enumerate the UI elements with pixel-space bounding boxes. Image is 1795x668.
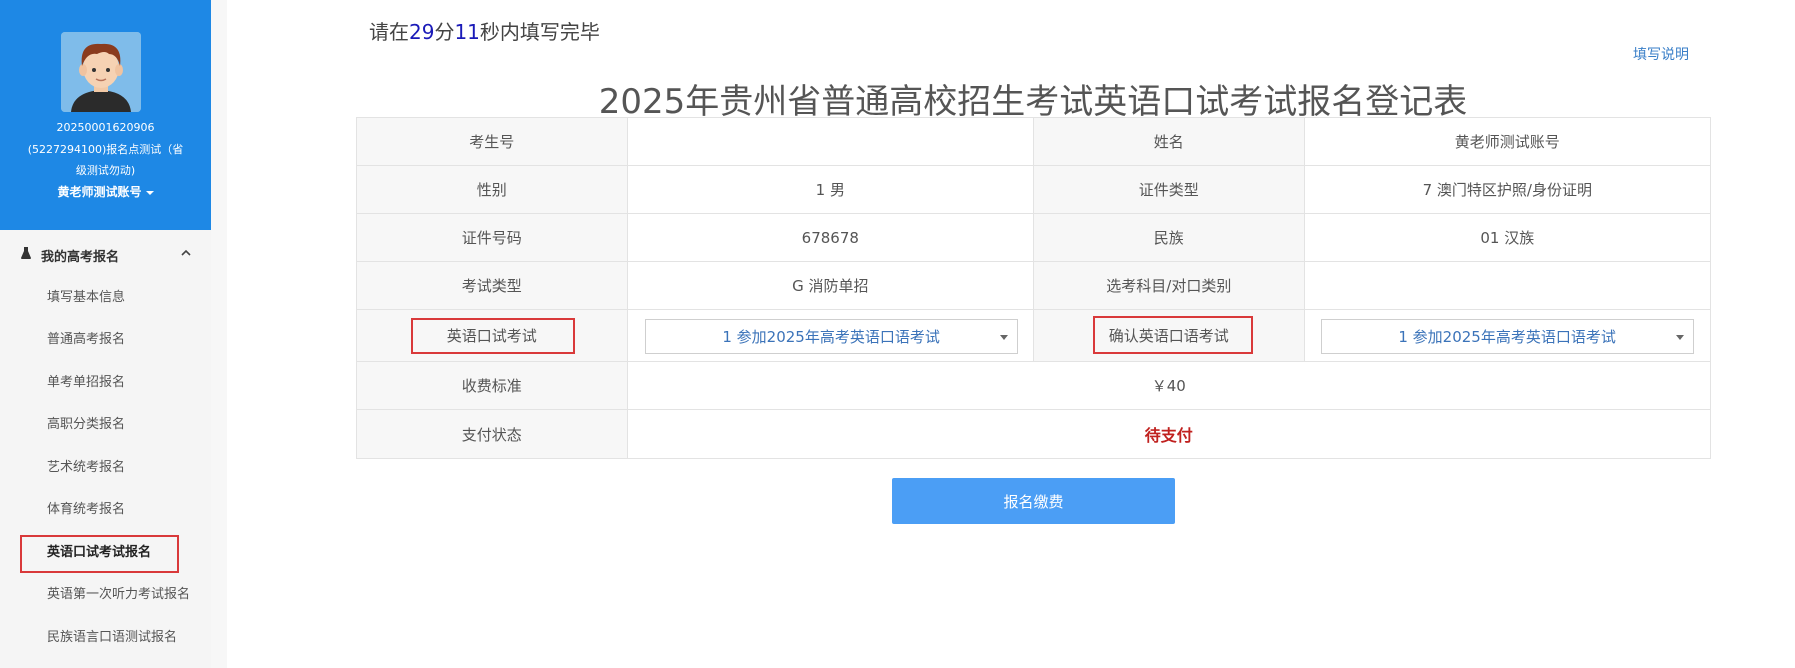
countdown-timer: 请在29分11秒内填写完毕 bbox=[369, 16, 600, 45]
register-pay-button[interactable]: 报名缴费 bbox=[892, 478, 1175, 524]
value-name: 黄老师测试账号 bbox=[1454, 133, 1560, 151]
value-id-no: 678678 bbox=[628, 214, 1034, 261]
help-link[interactable]: 填写说明 bbox=[1633, 44, 1689, 64]
table-row: 考试类型 G 消防单招 选考科目/对口类别 bbox=[357, 262, 1710, 310]
value-exam-type: G 消防单招 bbox=[628, 262, 1034, 309]
value-exam-no bbox=[628, 118, 1034, 165]
sidebar-item-art-exam[interactable]: 艺术统考报名 bbox=[47, 458, 125, 478]
profile-panel: 20250001620906 (5227294100)报名点测试（省 级测试勿动… bbox=[0, 0, 211, 230]
sidebar-item-vocational[interactable]: 高职分类报名 bbox=[47, 415, 125, 435]
timer-seconds: 11 bbox=[454, 20, 480, 44]
select-cell-confirm-oral: 1 参加2025年高考英语口语考试 bbox=[1305, 310, 1710, 361]
payment-status-cell: 待支付 bbox=[628, 410, 1710, 458]
label-name: 姓名 bbox=[1034, 118, 1305, 165]
timer-prefix: 请在 bbox=[369, 20, 409, 44]
timer-suffix: 秒内填写完毕 bbox=[479, 20, 600, 44]
table-row: 性别 1 男 证件类型 7 澳门特区护照/身份证明 bbox=[357, 166, 1710, 214]
sidebar-item-sports-exam[interactable]: 体育统考报名 bbox=[47, 500, 125, 520]
sidebar-item-english-oral[interactable]: 英语口试考试报名 bbox=[47, 543, 151, 563]
sidebar-item-single-exam[interactable]: 单考单招报名 bbox=[47, 373, 125, 393]
value-gender: 1 男 bbox=[628, 166, 1034, 213]
candidate-id: 20250001620906 bbox=[56, 121, 155, 134]
label-fee: 收费标准 bbox=[357, 362, 628, 409]
label-payment-status: 支付状态 bbox=[357, 410, 628, 458]
label-id-type: 证件类型 bbox=[1034, 166, 1305, 213]
user-menu[interactable]: 黄老师测试账号 bbox=[0, 182, 211, 203]
sidebar-gutter bbox=[211, 0, 227, 668]
label-exam-no: 考生号 bbox=[357, 118, 628, 165]
oral-exam-select[interactable]: 1 参加2025年高考英语口语考试 bbox=[644, 319, 1018, 354]
label-cell-confirm-oral: 确认英语口语考试 bbox=[1034, 310, 1305, 361]
label-ethnicity: 民族 bbox=[1034, 214, 1305, 261]
menu-section-header[interactable]: 我的高考报名 bbox=[0, 234, 211, 274]
label-gender: 性别 bbox=[357, 166, 628, 213]
sidebar-item-english-listening[interactable]: 英语第一次听力考试报名 bbox=[47, 585, 190, 605]
caret-down-icon bbox=[145, 190, 154, 195]
table-row: 证件号码 678678 民族 01 汉族 bbox=[357, 214, 1710, 262]
caret-down-icon bbox=[1675, 335, 1684, 340]
table-row: 英语口试考试 1 参加2025年高考英语口语考试 确认英语口语考试 1 参加20… bbox=[357, 310, 1710, 362]
sidebar-item-general-exam[interactable]: 普通高考报名 bbox=[47, 330, 125, 350]
table-row: 考生号 姓名 黄老师测试账号 bbox=[357, 118, 1710, 166]
payment-status-badge: 待支付 bbox=[1144, 426, 1193, 445]
label-cell-oral-exam: 英语口试考试 bbox=[357, 310, 628, 361]
highlight-box-confirm-oral bbox=[1093, 316, 1253, 354]
oral-exam-select-value: 1 参加2025年高考英语口语考试 bbox=[722, 328, 940, 346]
site-name-line2: 级测试勿动) bbox=[75, 164, 136, 177]
value-id-type: 7 澳门特区护照/身份证明 bbox=[1422, 181, 1592, 199]
highlight-box-oral-exam bbox=[411, 318, 575, 354]
sidebar-item-basic-info[interactable]: 填写基本信息 bbox=[47, 288, 125, 308]
select-cell-oral-exam: 1 参加2025年高考英语口语考试 bbox=[628, 310, 1034, 361]
menu-section-title: 我的高考报名 bbox=[41, 250, 120, 265]
site-name-line1: (5227294100)报名点测试（省 bbox=[27, 143, 184, 156]
timer-minutes-unit: 分 bbox=[434, 20, 455, 44]
page-title: 2025年贵州省普通高校招生考试英语口试考试报名登记表 bbox=[598, 82, 1468, 122]
sidebar-item-ethnic-oral[interactable]: 民族语言口语测试报名 bbox=[47, 628, 177, 648]
label-exam-type: 考试类型 bbox=[357, 262, 628, 309]
table-row: 支付状态 待支付 bbox=[357, 410, 1710, 458]
label-id-no: 证件号码 bbox=[357, 214, 628, 261]
timer-minutes: 29 bbox=[409, 20, 435, 44]
value-subject bbox=[1305, 262, 1710, 309]
flask-icon bbox=[21, 247, 31, 262]
value-ethnicity: 01 汉族 bbox=[1480, 229, 1535, 247]
sidebar: 20250001620906 (5227294100)报名点测试（省 级测试勿动… bbox=[0, 0, 211, 668]
chevron-up-icon[interactable] bbox=[180, 244, 192, 263]
registration-form-table: 考生号 姓名 黄老师测试账号 性别 1 男 证件类型 7 澳门特区护照/身份证明… bbox=[356, 117, 1711, 459]
confirm-oral-select[interactable]: 1 参加2025年高考英语口语考试 bbox=[1320, 319, 1694, 354]
table-row: 收费标准 ￥40 bbox=[357, 362, 1710, 410]
avatar bbox=[61, 32, 141, 112]
caret-down-icon bbox=[999, 335, 1008, 340]
confirm-oral-select-value: 1 参加2025年高考英语口语考试 bbox=[1398, 328, 1616, 346]
user-name: 黄老师测试账号 bbox=[57, 185, 142, 199]
label-subject: 选考科目/对口类别 bbox=[1034, 262, 1305, 309]
value-fee: ￥40 bbox=[1151, 377, 1186, 395]
